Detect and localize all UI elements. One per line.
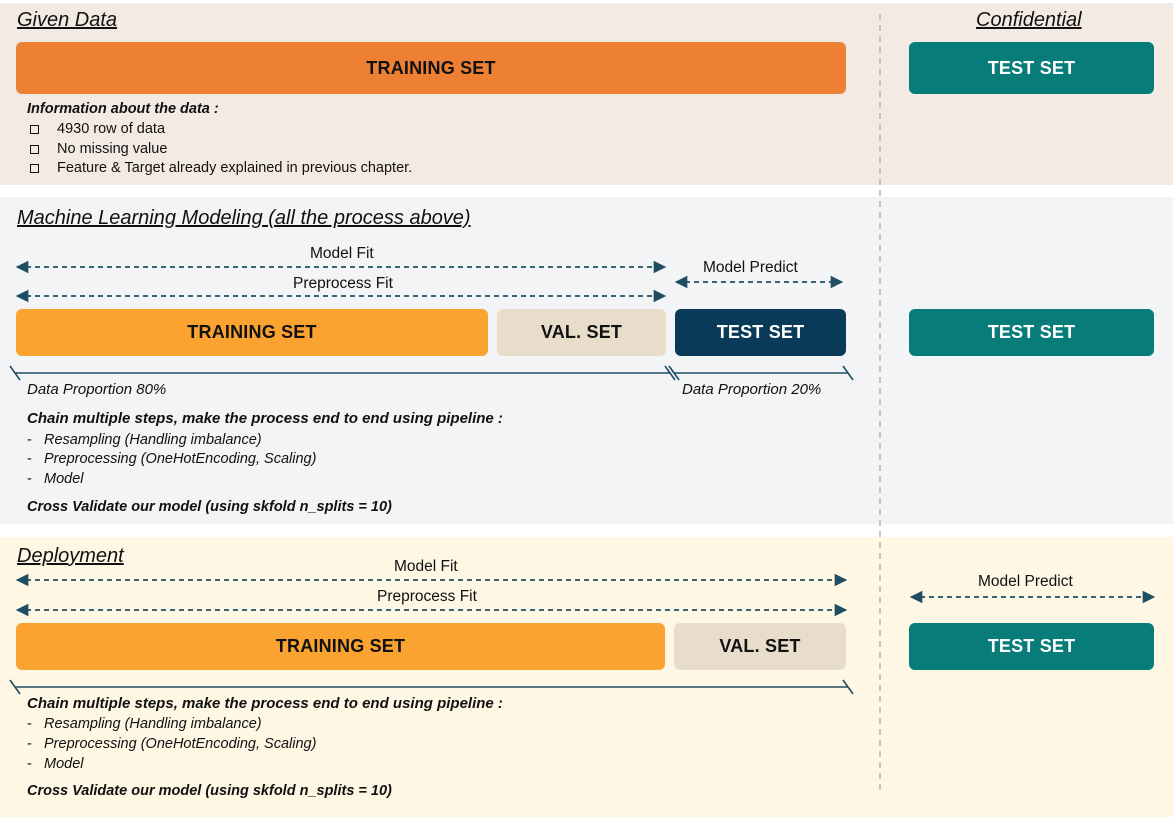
dash-glyph: - [27,716,32,732]
given-training-set-label: TRAINING SET [366,57,496,78]
ml-step-model: - Model [27,471,84,487]
checkbox-icon [30,124,39,134]
ml-proportion-test: Data Proportion 20% [682,381,822,398]
deploy-step-model: - Model [27,756,84,772]
info-item-feature-text: Feature & Target already explained in pr… [57,160,413,176]
ml-model-fit-label: Model Fit [310,245,374,262]
checkbox-icon [30,144,39,154]
deployment-heading: Deployment [17,545,124,567]
deploy-step-preprocessing: - Preprocessing (OneHotEncoding, Scaling) [27,736,317,752]
dash-glyph: - [27,471,32,487]
deploy-training-set-label: TRAINING SET [275,636,406,656]
ml-right-test-set-label: TEST SET [987,322,1076,342]
info-item-feature: Feature & Target already explained in pr… [27,160,412,176]
deploy-model-predict-label: Model Predict [978,573,1073,590]
deploy-chain-title: Chain multiple steps, make the process e… [27,695,503,712]
confidential-heading: Confidential [976,9,1082,31]
confidential-test-set-label: TEST SET [987,57,1076,78]
deploy-test-set-label: TEST SET [987,636,1076,656]
info-item-rows: 4930 row of data [27,121,165,137]
dash-glyph: - [27,451,32,467]
ml-modeling-heading: Machine Learning Modeling (all the proce… [17,207,471,229]
deploy-val-set-box: VAL. SET [674,623,846,670]
info-item-missing: No missing value [27,141,167,157]
ml-training-set-label: TRAINING SET [187,322,317,342]
deploy-preprocess-fit-label: Preprocess Fit [377,588,477,605]
ml-training-set-box: TRAINING SET [16,309,488,356]
deploy-train-bracket [9,679,854,695]
ml-val-set-label: VAL. SET [540,322,623,342]
dash-glyph: - [27,432,32,448]
dash-glyph: - [27,736,32,752]
deploy-model-fit-label: Model Fit [394,558,458,575]
deploy-val-set-label: VAL. SET [719,636,801,656]
ml-val-set-box: VAL. SET [497,309,666,356]
info-item-missing-text: No missing value [57,141,168,157]
deploy-cross-validate: Cross Validate our model (using skfold n… [27,783,392,799]
ml-test-set-label: TEST SET [716,322,805,342]
ml-model-predict-label: Model Predict [703,259,798,276]
deploy-step-resampling: - Resampling (Handling imbalance) [27,716,262,732]
ml-chain-title: Chain multiple steps, make the process e… [27,410,503,427]
ml-test-set-box: TEST SET [675,309,846,356]
ml-step-resampling: - Resampling (Handling imbalance) [27,432,262,448]
checkbox-icon [30,163,39,173]
ml-cross-validate: Cross Validate our model (using skfold n… [27,499,392,515]
dash-glyph: - [27,756,32,772]
ml-preprocess-fit-label: Preprocess Fit [293,275,393,292]
deploy-test-set-box: TEST SET [909,623,1154,670]
ml-step-preprocessing: - Preprocessing (OneHotEncoding, Scaling) [27,451,317,467]
info-title: Information about the data : [27,101,219,117]
ml-right-test-set-box: TEST SET [909,309,1154,356]
given-training-set-box: TRAINING SET [16,42,846,94]
ml-proportion-train: Data Proportion 80% [27,381,167,398]
confidential-test-set-box: TEST SET [909,42,1154,94]
deploy-training-set-box: TRAINING SET [16,623,665,670]
given-data-heading: Given Data [17,9,118,31]
ml-test-bracket [668,365,854,381]
info-item-rows-text: 4930 row of data [57,121,166,137]
ml-train-bracket [9,365,676,381]
